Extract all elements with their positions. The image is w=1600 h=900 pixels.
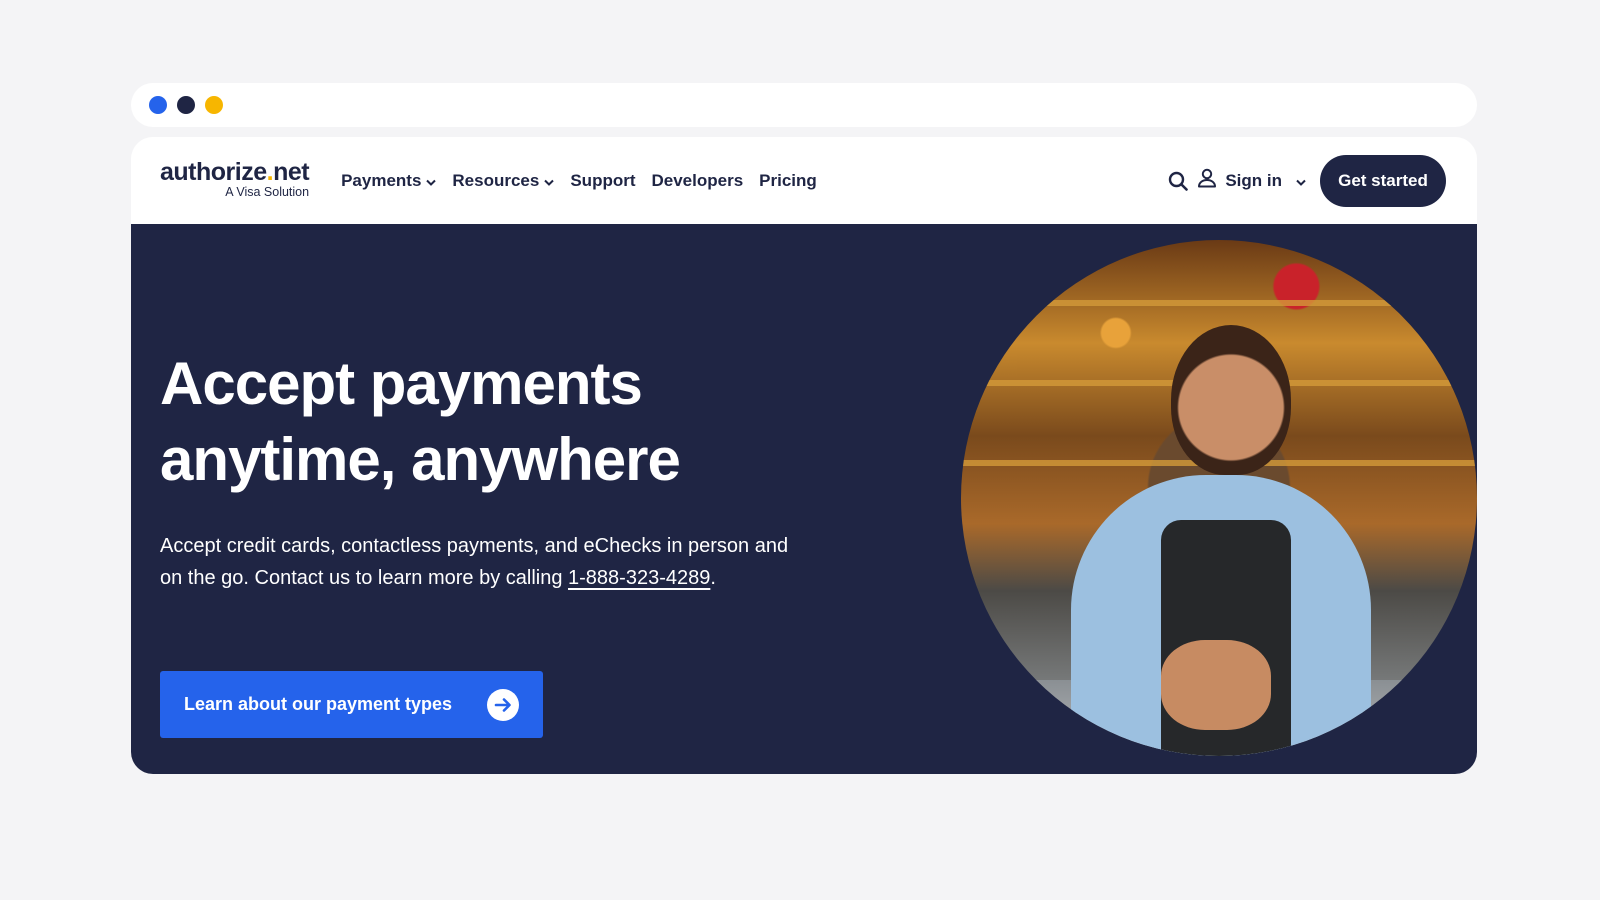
- sign-in-menu[interactable]: Sign in: [1197, 168, 1306, 193]
- yellow-dot: [205, 96, 223, 114]
- chevron-down-icon: [1296, 171, 1306, 191]
- nav-item-resources[interactable]: Resources: [444, 165, 562, 197]
- nav-item-label: Support: [570, 170, 636, 190]
- navy-dot: [177, 96, 195, 114]
- nav-item-support[interactable]: Support: [562, 165, 643, 197]
- nav-item-label: Pricing: [759, 170, 817, 190]
- person-head: [1171, 325, 1291, 475]
- hero-description-end: .: [710, 567, 716, 589]
- arrow-right-icon: [487, 688, 519, 721]
- hero-section: Accept payments anytime, anywhere Accept…: [131, 224, 1477, 774]
- nav-item-label: Resources: [452, 170, 540, 190]
- nav-item-label: Payments: [341, 170, 422, 190]
- sign-in-label: Sign in: [1225, 170, 1282, 190]
- learn-payment-types-button[interactable]: Learn about our payment types: [160, 671, 543, 738]
- website-frame: authorize.net A Visa Solution Payments R…: [131, 137, 1477, 774]
- chevron-down-icon: [426, 171, 437, 191]
- shelf-decoration: [961, 300, 1477, 306]
- chevron-down-icon: [544, 171, 555, 191]
- top-navigation: authorize.net A Visa Solution Payments R…: [131, 137, 1477, 224]
- phone-link[interactable]: 1-888-323-4289: [568, 567, 710, 589]
- user-icon: [1197, 168, 1217, 193]
- cta-label: Learn about our payment types: [184, 694, 453, 714]
- hero-description: Accept credit cards, contactless payment…: [160, 530, 800, 594]
- logo-wordmark: authorize.net: [160, 157, 310, 186]
- blue-dot: [149, 96, 167, 114]
- hero-photo: [961, 240, 1477, 756]
- nav-item-pricing[interactable]: Pricing: [751, 165, 825, 197]
- authorize-net-logo[interactable]: authorize.net A Visa Solution: [160, 157, 310, 199]
- nav-item-developers[interactable]: Developers: [644, 165, 752, 197]
- logo-word-tld: net: [273, 157, 310, 186]
- nav-item-label: Developers: [651, 170, 744, 190]
- logo-tagline: A Visa Solution: [225, 184, 310, 199]
- nav-links: Payments Resources Support Developers Pr…: [333, 165, 825, 197]
- search-icon[interactable]: [1163, 166, 1193, 196]
- get-started-button[interactable]: Get started: [1320, 154, 1446, 207]
- logo-word-main: authorize: [160, 157, 267, 186]
- nav-item-payments[interactable]: Payments: [333, 165, 444, 197]
- hero-title: Accept payments anytime, anywhere: [160, 350, 681, 493]
- nav-actions: Sign in Get started: [1163, 154, 1446, 207]
- browser-window-bar: [131, 83, 1477, 127]
- person-hands: [1161, 640, 1271, 730]
